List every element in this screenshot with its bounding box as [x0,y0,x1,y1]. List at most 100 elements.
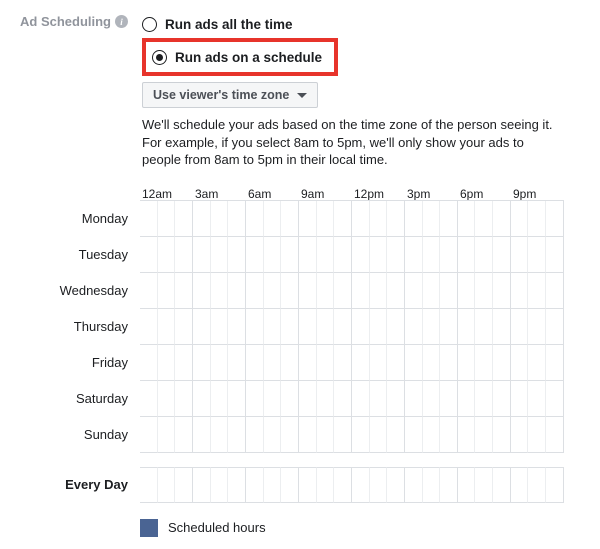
schedule-cell[interactable] [423,201,441,237]
schedule-cell[interactable] [211,467,229,503]
schedule-cell[interactable] [317,417,335,453]
timezone-dropdown[interactable]: Use viewer's time zone [142,82,318,108]
schedule-cell[interactable] [246,417,264,453]
schedule-cell[interactable] [546,381,564,417]
schedule-cell[interactable] [405,201,423,237]
schedule-cell[interactable] [458,467,476,503]
schedule-cell[interactable] [352,467,370,503]
schedule-cell[interactable] [299,381,317,417]
schedule-cell[interactable] [511,467,529,503]
schedule-cell[interactable] [299,309,317,345]
schedule-cell[interactable] [511,345,529,381]
schedule-cell[interactable] [193,273,211,309]
schedule-cell[interactable] [528,201,546,237]
schedule-cell[interactable] [264,237,282,273]
schedule-cell[interactable] [317,237,335,273]
schedule-cell[interactable] [228,201,246,237]
schedule-cell[interactable] [299,273,317,309]
schedule-cell[interactable] [511,381,529,417]
schedule-cell[interactable] [387,345,405,381]
day-cells[interactable] [140,381,564,417]
schedule-cell[interactable] [264,201,282,237]
schedule-cell[interactable] [158,201,176,237]
schedule-cell[interactable] [528,273,546,309]
schedule-cell[interactable] [158,417,176,453]
schedule-cell[interactable] [423,467,441,503]
schedule-cell[interactable] [387,237,405,273]
schedule-cell[interactable] [352,309,370,345]
schedule-cell[interactable] [158,309,176,345]
schedule-cell[interactable] [140,345,158,381]
schedule-cell[interactable] [423,381,441,417]
schedule-cell[interactable] [264,345,282,381]
schedule-cell[interactable] [228,309,246,345]
schedule-cell[interactable] [281,381,299,417]
schedule-cell[interactable] [246,345,264,381]
schedule-cell[interactable] [511,309,529,345]
schedule-cell[interactable] [246,273,264,309]
schedule-cell[interactable] [546,417,564,453]
schedule-cell[interactable] [334,273,352,309]
schedule-cell[interactable] [140,237,158,273]
schedule-cell[interactable] [158,273,176,309]
schedule-cell[interactable] [440,467,458,503]
schedule-cell[interactable] [493,381,511,417]
schedule-cell[interactable] [158,467,176,503]
day-cells[interactable] [140,309,564,345]
schedule-cell[interactable] [493,417,511,453]
schedule-cell[interactable] [175,381,193,417]
schedule-cell[interactable] [370,417,388,453]
schedule-cell[interactable] [387,309,405,345]
schedule-cell[interactable] [193,201,211,237]
schedule-cell[interactable] [228,381,246,417]
schedule-cell[interactable] [387,273,405,309]
schedule-cell[interactable] [264,467,282,503]
schedule-cell[interactable] [546,345,564,381]
schedule-cell[interactable] [193,381,211,417]
schedule-cell[interactable] [405,345,423,381]
schedule-cell[interactable] [211,381,229,417]
schedule-cell[interactable] [352,201,370,237]
schedule-cell[interactable] [334,201,352,237]
schedule-cell[interactable] [299,345,317,381]
schedule-cell[interactable] [140,467,158,503]
schedule-cell[interactable] [334,467,352,503]
schedule-cell[interactable] [493,309,511,345]
schedule-cell[interactable] [511,273,529,309]
schedule-cell[interactable] [493,345,511,381]
schedule-cell[interactable] [511,237,529,273]
schedule-cell[interactable] [475,273,493,309]
schedule-cell[interactable] [211,201,229,237]
every-day-cells[interactable] [140,467,564,503]
schedule-cell[interactable] [264,381,282,417]
schedule-cell[interactable] [228,345,246,381]
schedule-cell[interactable] [493,273,511,309]
schedule-cell[interactable] [264,417,282,453]
schedule-cell[interactable] [193,417,211,453]
schedule-cell[interactable] [423,237,441,273]
schedule-cell[interactable] [299,237,317,273]
schedule-cell[interactable] [193,467,211,503]
schedule-cell[interactable] [370,309,388,345]
schedule-cell[interactable] [546,237,564,273]
schedule-cell[interactable] [405,309,423,345]
schedule-cell[interactable] [475,201,493,237]
radio-run-on-schedule[interactable]: Run ads on a schedule [152,45,322,69]
schedule-cell[interactable] [175,467,193,503]
schedule-cell[interactable] [458,345,476,381]
schedule-cell[interactable] [193,345,211,381]
schedule-cell[interactable] [440,345,458,381]
schedule-cell[interactable] [405,381,423,417]
schedule-cell[interactable] [317,273,335,309]
schedule-cell[interactable] [211,309,229,345]
schedule-cell[interactable] [423,417,441,453]
schedule-cell[interactable] [370,345,388,381]
schedule-cell[interactable] [405,467,423,503]
schedule-cell[interactable] [528,345,546,381]
schedule-cell[interactable] [352,417,370,453]
schedule-cell[interactable] [246,237,264,273]
schedule-cell[interactable] [546,201,564,237]
schedule-cell[interactable] [281,273,299,309]
schedule-cell[interactable] [317,345,335,381]
schedule-cell[interactable] [211,237,229,273]
